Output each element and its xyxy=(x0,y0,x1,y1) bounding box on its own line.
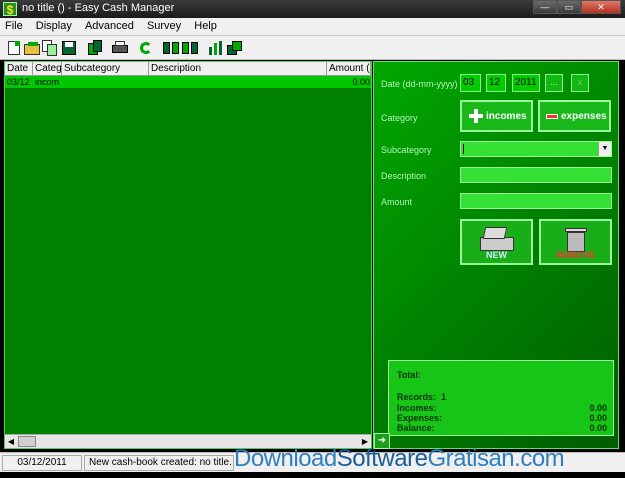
amount-input[interactable] xyxy=(460,193,612,209)
cell-category: incom xyxy=(35,77,60,87)
menu-display[interactable]: Display xyxy=(31,18,77,32)
menu-help[interactable]: Help xyxy=(189,18,222,32)
date-label: Date (dd-mm-yyyy) xyxy=(381,79,458,89)
transactions-table[interactable]: Date Categ Subcategory Description Amoun… xyxy=(4,61,372,449)
incomes-total-label: Incomes: xyxy=(397,403,437,413)
close-button[interactable]: ✕ xyxy=(581,0,621,14)
cell-description xyxy=(149,76,327,88)
subcategory-select[interactable]: ▼ xyxy=(460,141,612,157)
status-date: 03/12/2011 xyxy=(2,455,82,471)
save-icon[interactable] xyxy=(60,39,78,57)
clear-date-button[interactable]: x xyxy=(571,74,589,92)
copy-icon[interactable] xyxy=(41,39,59,57)
new-label: NEW xyxy=(486,250,507,260)
columns-icon[interactable] xyxy=(181,39,199,57)
table-header: Date Categ Subcategory Description Amoun… xyxy=(5,62,371,76)
expenses-button[interactable]: expenses xyxy=(538,100,611,132)
dollar-icon: $ xyxy=(3,2,17,17)
menu-file[interactable]: File xyxy=(0,18,28,32)
bar-chart-icon[interactable] xyxy=(207,39,225,57)
trash-can-icon xyxy=(565,225,587,253)
watermark-part-4: .com xyxy=(514,445,565,472)
minus-icon xyxy=(546,114,558,119)
table-row[interactable]: 03/12 incom 0.00 xyxy=(5,76,371,88)
menu-advanced[interactable]: Advanced xyxy=(80,18,139,32)
incomes-label: incomes xyxy=(486,111,527,122)
amount-label: Amount xyxy=(381,197,413,207)
plus-icon xyxy=(469,109,483,123)
incomes-button[interactable]: incomes xyxy=(460,100,533,132)
open-folder-icon[interactable] xyxy=(23,39,41,57)
entry-form-panel: Date (dd-mm-yyyy) 03 12 2011 ... x Categ… xyxy=(373,61,619,449)
column-header-subcategory[interactable]: Subcategory xyxy=(62,62,149,76)
incomes-total-value: 0.00 xyxy=(589,403,607,413)
scroll-thumb[interactable] xyxy=(18,436,36,447)
new-entry-button[interactable]: NEW xyxy=(460,219,533,265)
expenses-total-value: 0.00 xyxy=(589,413,607,423)
print-icon[interactable] xyxy=(111,39,129,57)
subcategory-label: Subcategory xyxy=(381,145,432,155)
windows-icon[interactable] xyxy=(226,39,244,57)
totals-panel: Total: Records: 1 Incomes: 0.00 Expenses… xyxy=(388,360,614,436)
toolbar xyxy=(0,36,625,60)
description-label: Description xyxy=(381,171,427,181)
column-header-description[interactable]: Description xyxy=(149,62,327,76)
minimize-button[interactable]: — xyxy=(533,0,557,14)
window-title: no title () - Easy Cash Manager xyxy=(22,2,175,14)
totals-title: Total: xyxy=(397,370,421,380)
cash-register-icon xyxy=(480,227,514,251)
new-file-icon[interactable] xyxy=(5,39,23,57)
balance-value: 0.00 xyxy=(589,423,607,433)
watermark-part-2: Software xyxy=(336,445,428,472)
year-input[interactable]: 2011 xyxy=(512,74,540,92)
cell-subcategory xyxy=(62,76,149,88)
status-message: New cash-book created: no title. xyxy=(84,455,234,471)
date-picker-button[interactable]: ... xyxy=(545,74,563,92)
refresh-icon[interactable] xyxy=(137,39,155,57)
columns-icon[interactable] xyxy=(162,39,180,57)
balance-label: Balance: xyxy=(397,423,435,433)
category-label: Category xyxy=(381,113,418,123)
menu-survey[interactable]: Survey xyxy=(142,18,186,32)
maximize-button[interactable]: ▭ xyxy=(557,0,581,14)
records-label: Records: xyxy=(397,392,437,402)
remove-entry-button[interactable]: REMOVE xyxy=(539,219,612,265)
watermark: DownloadSoftwareGratisan.com xyxy=(234,445,565,473)
window-controls: — ▭ ✕ xyxy=(533,0,621,14)
clipboard-icon[interactable] xyxy=(86,39,104,57)
watermark-part-3: Gratisan xyxy=(427,445,515,472)
cell-date: 03/12 xyxy=(7,77,30,87)
column-header-date[interactable]: Date xyxy=(5,62,33,76)
month-input[interactable]: 12 xyxy=(486,74,506,92)
scroll-left-icon[interactable]: ◀ xyxy=(5,436,17,448)
watermark-part-1: Download xyxy=(234,445,337,472)
records-value: 1 xyxy=(441,392,447,402)
chevron-down-icon[interactable]: ▼ xyxy=(598,142,611,156)
description-input[interactable] xyxy=(460,167,612,183)
title-bar: $ no title () - Easy Cash Manager — ▭ ✕ xyxy=(0,0,625,18)
text-caret xyxy=(463,144,464,154)
column-header-amount[interactable]: Amount ($ xyxy=(327,62,371,76)
remove-label: REMOVE xyxy=(555,250,595,260)
day-input[interactable]: 03 xyxy=(460,74,481,92)
menu-bar: File Display Advanced Survey Help xyxy=(0,18,625,36)
cell-amount: 0.00 xyxy=(352,77,370,87)
column-header-category[interactable]: Categ xyxy=(33,62,62,76)
expenses-label: expenses xyxy=(561,111,607,122)
expenses-total-label: Expenses: xyxy=(397,413,443,423)
